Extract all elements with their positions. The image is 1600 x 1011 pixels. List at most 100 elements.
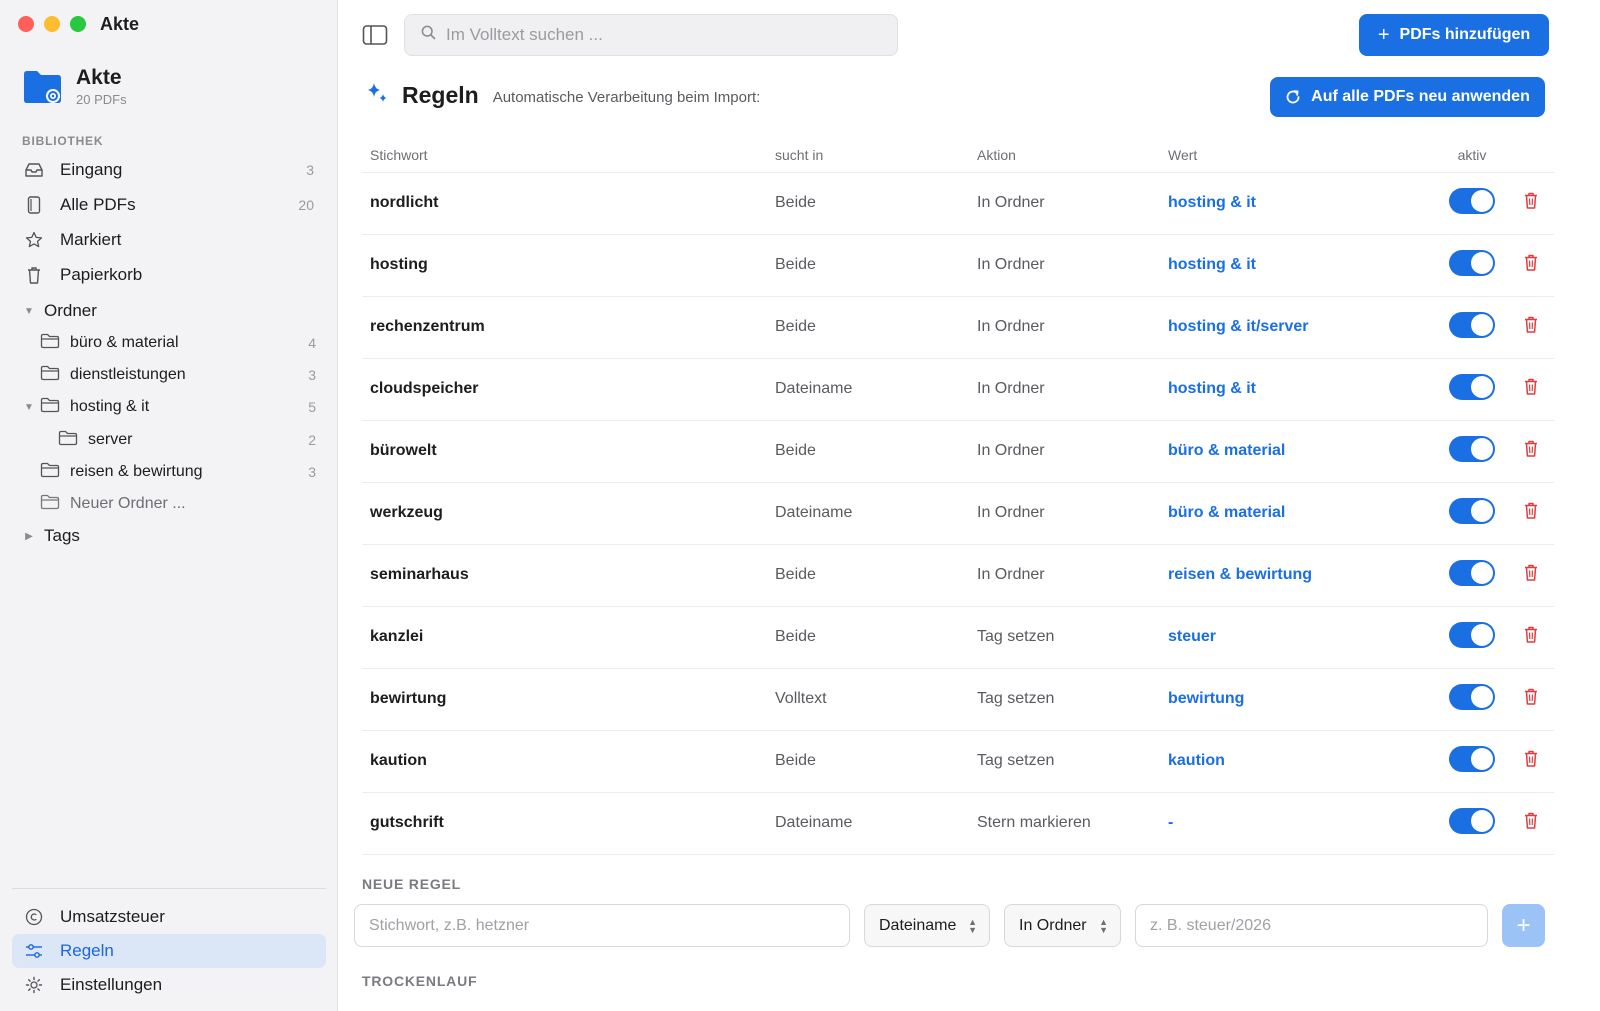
- folder-item-server[interactable]: server 2: [58, 425, 316, 455]
- sidebar-group-tags[interactable]: ▶ Tags: [22, 521, 316, 551]
- trash-icon: [24, 265, 44, 285]
- delete-rule-icon[interactable]: [1523, 378, 1539, 396]
- rule-value[interactable]: hosting & it/server: [1160, 296, 1437, 359]
- library-count: 20 PDFs: [76, 92, 127, 107]
- rule-value[interactable]: hosting & it: [1160, 358, 1437, 421]
- table-row[interactable]: seminarhaus Beide In Ordner reisen & bewirt…: [362, 544, 1554, 607]
- rule-scope: Dateiname: [767, 792, 969, 855]
- new-rule-keyword-field[interactable]: [354, 904, 850, 947]
- folder-item-reisen-bewirtung[interactable]: reisen & bewirtung 3: [40, 457, 316, 487]
- table-row[interactable]: hosting Beide In Ordner hosting & it: [362, 234, 1554, 297]
- new-rule-value-input[interactable]: [1150, 916, 1487, 935]
- rule-active-toggle[interactable]: [1449, 745, 1495, 772]
- sidebar-item-label: Alle PDFs: [60, 195, 136, 214]
- rule-active-toggle[interactable]: [1449, 559, 1495, 586]
- folder-item-dienstleistungen[interactable]: dienstleistungen 3: [40, 360, 316, 390]
- new-rule-keyword-input[interactable]: [369, 916, 849, 935]
- rule-keyword: nordlicht: [362, 172, 767, 235]
- rule-active-toggle[interactable]: [1449, 249, 1495, 276]
- rule-scope: Beide: [767, 606, 969, 669]
- rule-active-toggle[interactable]: [1449, 373, 1495, 400]
- new-rule-value-field[interactable]: [1135, 904, 1488, 947]
- search-field[interactable]: [404, 14, 898, 56]
- library-header[interactable]: Akte 20 PDFs: [22, 66, 127, 107]
- table-row[interactable]: kaution Beide Tag setzen kaution: [362, 730, 1554, 793]
- rule-value[interactable]: steuer: [1160, 606, 1437, 669]
- rule-active-toggle[interactable]: [1449, 435, 1495, 462]
- chevron-down-icon[interactable]: ▼: [22, 402, 36, 413]
- sidebar-item-einstellungen[interactable]: Einstellungen: [12, 968, 326, 1002]
- sidebar-item-alle-pdfs[interactable]: Alle PDFs 20: [12, 188, 326, 222]
- folder-label: reisen & bewirtung: [70, 463, 203, 480]
- folder-icon: [40, 462, 60, 483]
- close-window-button[interactable]: [18, 16, 34, 32]
- sidebar-group-ordner[interactable]: ▼ Ordner: [22, 296, 316, 326]
- sidebar-item-regeln[interactable]: Regeln: [12, 934, 326, 968]
- sidebar-toggle-button[interactable]: [362, 24, 388, 46]
- rule-delete-cell: [1507, 172, 1554, 235]
- new-rule-scope-select[interactable]: Dateiname ▲ ▼: [864, 904, 990, 947]
- delete-rule-icon[interactable]: [1523, 254, 1539, 272]
- table-row[interactable]: kanzlei Beide Tag setzen steuer: [362, 606, 1554, 669]
- rule-value[interactable]: hosting & it: [1160, 234, 1437, 297]
- refresh-icon: [1285, 89, 1301, 105]
- search-input[interactable]: [446, 25, 866, 45]
- rule-active-cell: [1437, 792, 1507, 855]
- delete-rule-icon[interactable]: [1523, 502, 1539, 520]
- new-folder-button[interactable]: Neuer Ordner ...: [40, 489, 316, 519]
- rule-value[interactable]: -: [1160, 792, 1437, 855]
- sidebar-item-umsatzsteuer[interactable]: Umsatzsteuer: [12, 900, 326, 934]
- rule-active-toggle[interactable]: [1449, 807, 1495, 834]
- delete-rule-icon[interactable]: [1523, 812, 1539, 830]
- rule-value[interactable]: kaution: [1160, 730, 1437, 793]
- delete-rule-icon[interactable]: [1523, 192, 1539, 210]
- table-row[interactable]: bürowelt Beide In Ordner büro & material: [362, 420, 1554, 483]
- add-rule-button[interactable]: +: [1502, 904, 1545, 947]
- plus-icon: +: [1516, 911, 1531, 939]
- table-row[interactable]: werkzeug Dateiname In Ordner büro & materia…: [362, 482, 1554, 545]
- rule-active-toggle[interactable]: [1449, 621, 1495, 648]
- delete-rule-icon[interactable]: [1523, 626, 1539, 644]
- sidebar-item-eingang[interactable]: Eingang 3: [12, 153, 326, 187]
- rule-active-toggle[interactable]: [1449, 683, 1495, 710]
- rule-action: Tag setzen: [969, 730, 1160, 793]
- reapply-rules-button[interactable]: Auf alle PDFs neu anwenden: [1270, 77, 1545, 117]
- rule-value[interactable]: reisen & bewirtung: [1160, 544, 1437, 607]
- chevron-down-icon[interactable]: ▼: [22, 306, 36, 317]
- delete-rule-icon[interactable]: [1523, 564, 1539, 582]
- rules-table-body: nordlicht Beide In Ordner hosting & it hosti…: [362, 172, 1554, 855]
- rule-active-toggle[interactable]: [1449, 311, 1495, 338]
- rule-action: Tag setzen: [969, 606, 1160, 669]
- rule-active-toggle[interactable]: [1449, 497, 1495, 524]
- rule-keyword: bürowelt: [362, 420, 767, 483]
- rule-value[interactable]: büro & material: [1160, 420, 1437, 483]
- delete-rule-icon[interactable]: [1523, 316, 1539, 334]
- rule-value[interactable]: hosting & it: [1160, 172, 1437, 235]
- table-row[interactable]: rechenzentrum Beide In Ordner hosting & it/…: [362, 296, 1554, 359]
- rule-value[interactable]: bewirtung: [1160, 668, 1437, 731]
- folder-item-buero-material[interactable]: büro & material 4: [40, 328, 316, 358]
- sidebar-item-markiert[interactable]: Markiert: [12, 223, 326, 257]
- chevron-right-icon[interactable]: ▶: [22, 531, 36, 542]
- document-icon: [24, 195, 44, 215]
- rule-scope: Beide: [767, 420, 969, 483]
- delete-rule-icon[interactable]: [1523, 688, 1539, 706]
- add-pdfs-button[interactable]: + PDFs hinzufügen: [1359, 14, 1549, 56]
- page-subtitle: Automatische Verarbeitung beim Import:: [492, 89, 761, 106]
- rule-active-cell: [1437, 420, 1507, 483]
- delete-rule-icon[interactable]: [1523, 440, 1539, 458]
- zoom-window-button[interactable]: [70, 16, 86, 32]
- rule-active-toggle[interactable]: [1449, 187, 1495, 214]
- folder-item-hosting-it[interactable]: ▼ hosting & it 5: [22, 392, 316, 422]
- table-row[interactable]: nordlicht Beide In Ordner hosting & it: [362, 172, 1554, 235]
- minimize-window-button[interactable]: [44, 16, 60, 32]
- new-rule-action-select[interactable]: In Ordner ▲ ▼: [1004, 904, 1121, 947]
- table-row[interactable]: cloudspeicher Dateiname In Ordner hosting &…: [362, 358, 1554, 421]
- sidebar-item-label: Einstellungen: [60, 975, 163, 994]
- table-row[interactable]: gutschrift Dateiname Stern markieren -: [362, 792, 1554, 855]
- rule-value[interactable]: büro & material: [1160, 482, 1437, 545]
- delete-rule-icon[interactable]: [1523, 750, 1539, 768]
- sidebar-item-papierkorb[interactable]: Papierkorb: [12, 258, 326, 292]
- new-rule-action-value: In Ordner: [1019, 916, 1087, 934]
- table-row[interactable]: bewirtung Volltext Tag setzen bewirtung: [362, 668, 1554, 731]
